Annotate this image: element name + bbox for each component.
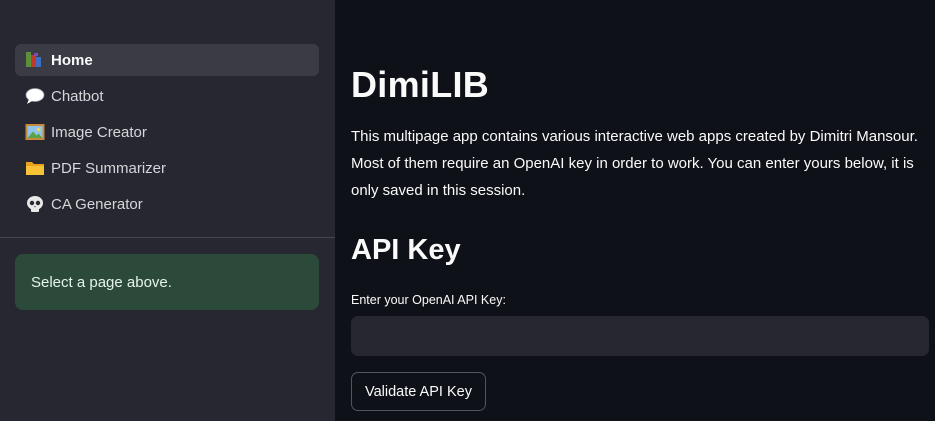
api-key-input[interactable] — [351, 316, 929, 356]
sidebar-item-ca-generator[interactable]: CA Generator — [15, 188, 319, 220]
sidebar-item-label: Image Creator — [51, 123, 147, 141]
sidebar-nav: Home Chatbot Image Creator PDF Summarize… — [15, 44, 319, 224]
sidebar: Home Chatbot Image Creator PDF Summarize… — [0, 0, 335, 421]
framed-picture-icon — [25, 122, 47, 142]
sidebar-divider — [0, 237, 335, 238]
section-title: API Key — [351, 234, 461, 266]
app: Home Chatbot Image Creator PDF Summarize… — [0, 0, 935, 421]
validate-api-key-button[interactable]: Validate API Key — [351, 372, 486, 411]
folder-icon — [25, 158, 47, 178]
books-icon — [25, 50, 47, 70]
sidebar-item-image-creator[interactable]: Image Creator — [15, 116, 319, 148]
skull-icon — [25, 194, 47, 214]
sidebar-item-label: PDF Summarizer — [51, 159, 167, 177]
api-key-label: Enter your OpenAI API Key: — [351, 293, 506, 307]
info-alert-text: Select a page above. — [31, 273, 172, 291]
sidebar-item-chatbot[interactable]: Chatbot — [15, 80, 319, 112]
sidebar-item-label: CA Generator — [51, 195, 143, 213]
page-description: This multipage app contains various inte… — [351, 128, 918, 199]
speech-bubble-icon — [25, 86, 47, 106]
sidebar-item-home[interactable]: Home — [15, 44, 319, 76]
sidebar-item-pdf-summarizer[interactable]: PDF Summarizer — [15, 152, 319, 184]
sidebar-item-label: Home — [51, 51, 93, 69]
info-alert: Select a page above. — [15, 254, 319, 310]
page-title: DimiLIB — [351, 64, 490, 105]
main-content: DimiLIB This multipage app contains vari… — [335, 0, 935, 421]
sidebar-item-label: Chatbot — [51, 87, 104, 105]
